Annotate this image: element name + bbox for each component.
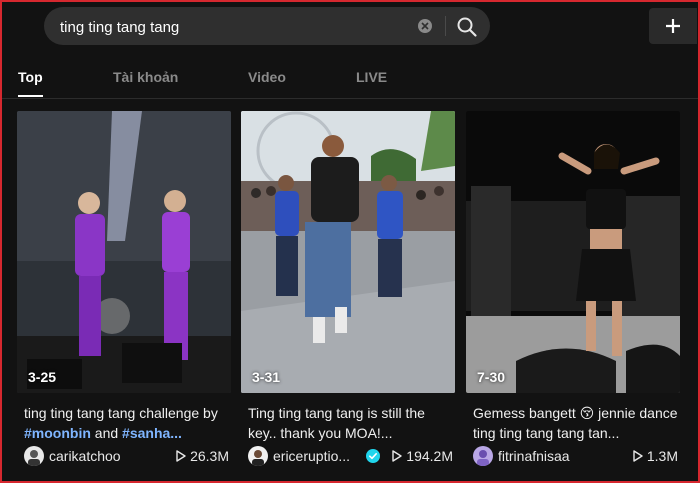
top-bar [2, 2, 698, 52]
verified-badge-icon [366, 449, 380, 463]
hashtag-link[interactable]: #sanha... [122, 425, 182, 441]
tab-live[interactable]: LIVE [356, 69, 387, 85]
video-meta: carikatchoo 26.3M [24, 445, 231, 467]
play-icon [392, 449, 402, 465]
search-box[interactable] [44, 7, 490, 47]
caption-text: Gemess bangett [473, 405, 576, 421]
video-thumbnail[interactable]: 7-30 [466, 111, 680, 393]
clear-icon[interactable] [418, 19, 432, 33]
video-card[interactable]: 7-30 Gemess bangett 😚 jennie dance ting … [466, 111, 680, 466]
results-tabs: Top Tài khoản Video LIVE [2, 52, 698, 99]
post-date: 7-30 [477, 369, 506, 385]
video-meta: ericeruptio... 194.2M [248, 445, 455, 467]
avatar[interactable] [248, 446, 268, 466]
view-count: 1.3M [633, 448, 678, 465]
avatar[interactable] [24, 446, 44, 466]
author-name[interactable]: carikatchoo [49, 448, 121, 464]
search-divider [445, 16, 446, 36]
kiss-emoji-icon: 😚 [579, 405, 595, 421]
upload-button[interactable] [649, 8, 697, 44]
video-caption[interactable]: ting ting tang tang challenge by #moonbi… [24, 403, 229, 443]
tab-accounts[interactable]: Tài khoản [113, 69, 178, 85]
avatar[interactable] [473, 446, 493, 466]
view-count-value: 26.3M [190, 448, 229, 464]
app-frame: Top Tài khoản Video LIVE [0, 0, 700, 483]
post-date: 3-25 [28, 369, 57, 385]
video-card[interactable]: 3-25 ting ting tang tang challenge by #m… [17, 111, 231, 466]
caption-text: and [90, 425, 123, 441]
video-caption[interactable]: Gemess bangett 😚 jennie dance ting ting … [473, 403, 678, 443]
plus-icon [666, 19, 680, 33]
view-count: 26.3M [176, 448, 229, 465]
tab-video[interactable]: Video [248, 69, 286, 85]
author-name[interactable]: ericeruptio... [273, 448, 350, 464]
hashtag-link[interactable]: #moonbin [24, 425, 91, 441]
author-name[interactable]: fitrinafnisaa [498, 448, 570, 464]
tab-top[interactable]: Top [18, 69, 43, 85]
active-tab-indicator [18, 95, 43, 97]
play-icon [176, 449, 186, 465]
caption-text: ting ting tang tang challenge by [24, 405, 218, 421]
video-meta: fitrinafnisaa 1.3M [473, 445, 680, 467]
video-thumbnail[interactable]: 3-31 [241, 111, 455, 393]
search-icon[interactable] [456, 16, 478, 38]
video-caption[interactable]: Ting ting tang tang is still the key.. t… [248, 403, 453, 443]
view-count-value: 1.3M [646, 448, 678, 464]
video-thumbnail[interactable]: 3-25 [17, 111, 231, 393]
play-icon [633, 449, 643, 465]
view-count: 194.2M [392, 448, 453, 465]
post-date: 3-31 [252, 369, 281, 385]
view-count-value: 194.2M [406, 448, 453, 464]
search-input[interactable] [58, 7, 422, 47]
video-card[interactable]: 3-31 Ting ting tang tang is still the ke… [241, 111, 455, 466]
